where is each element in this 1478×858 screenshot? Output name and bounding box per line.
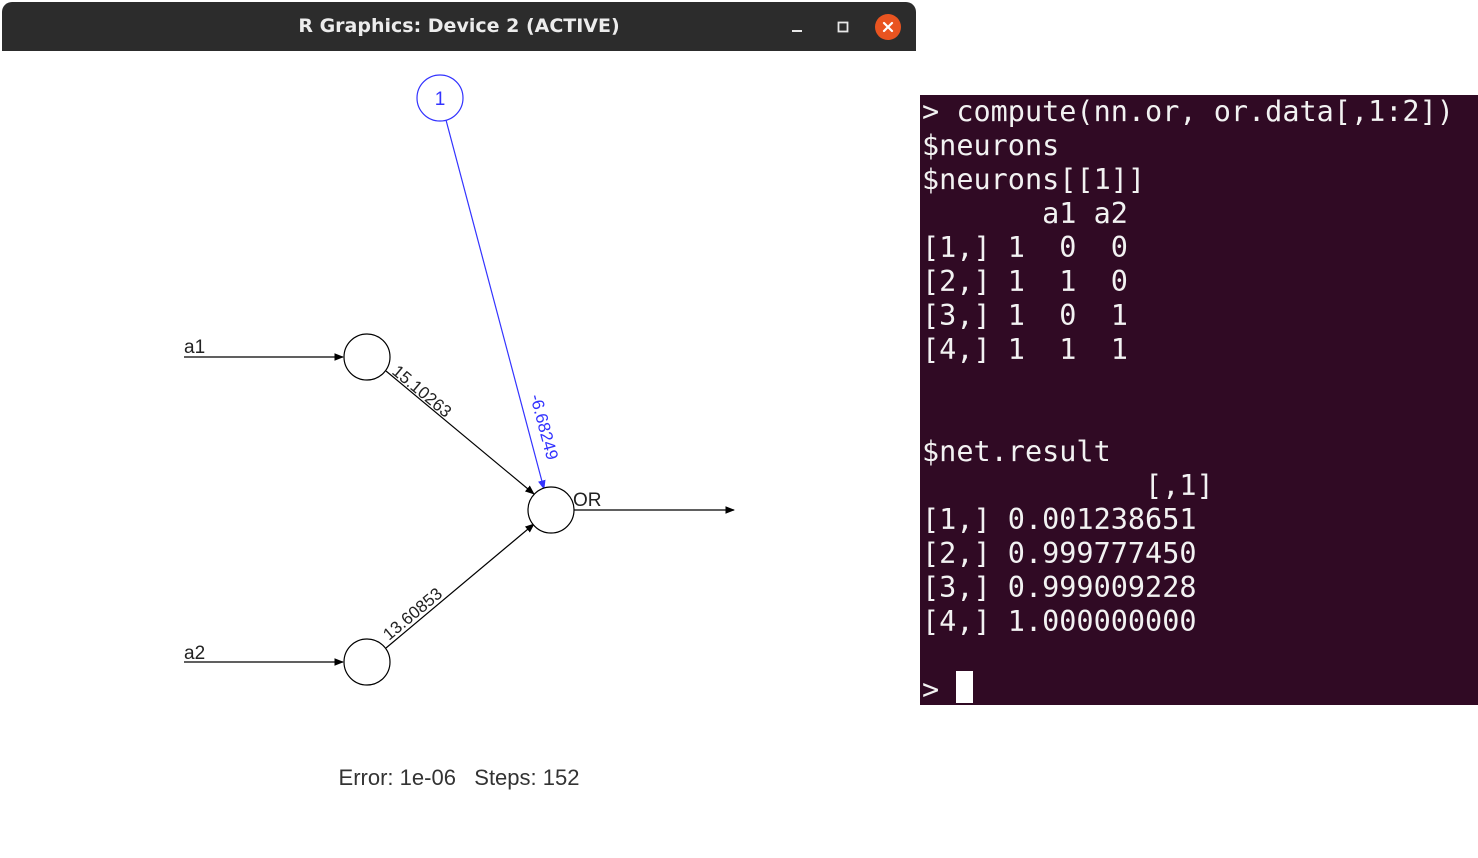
weight-label-a1: 15.10263 [388,361,455,421]
terminal-line: [,1] [922,469,1214,502]
terminal-line: > compute(nn.or, or.data[,1:2]) [922,95,1454,128]
input-label-a1: a1 [184,337,205,358]
input-label-a2: a2 [184,643,205,664]
terminal-line: [2,] 0.999777450 [922,537,1197,570]
output-node [527,486,575,534]
maximize-icon [837,21,849,33]
minimize-icon [792,30,802,32]
terminal-line: $neurons[[1]] [922,163,1146,196]
terminal-line: [3,] 1 0 1 [922,299,1128,332]
terminal-cursor[interactable] [956,671,973,703]
terminal-line: [1,] 0.001238651 [922,503,1197,536]
weight-label-a2: 13.60853 [379,584,446,644]
terminal-line: [1,] 1 0 0 [922,231,1128,264]
r-graphics-window: R Graphics: Device 2 (ACTIVE) a1 a2 15.1… [0,0,918,854]
terminal-line: [4,] 1.000000000 [922,605,1197,638]
terminal-line: [2,] 1 1 0 [922,265,1128,298]
window-titlebar[interactable]: R Graphics: Device 2 (ACTIVE) [2,2,916,51]
input-node-a2 [343,638,391,686]
terminal-line: $neurons [922,129,1060,162]
bias-node-label: 1 [435,89,446,110]
close-icon [882,21,894,33]
output-label: OR [573,490,602,511]
network-diagram: a1 a2 15.10263 13.60853 -6.68249 1 OR Er… [184,74,735,790]
terminal-line: [4,] 1 1 1 [922,333,1128,366]
terminal-line: $net.result [922,435,1111,468]
terminal-line: [3,] 0.999009228 [922,571,1197,604]
error-steps-footer: Error: 1e-06 Steps: 152 [339,765,580,790]
r-console-terminal[interactable]: > compute(nn.or, or.data[,1:2]) $neurons… [920,95,1478,705]
weight-label-bias: -6.68249 [526,392,562,462]
terminal-line: a1 a2 [922,197,1128,230]
maximize-button[interactable] [830,14,856,40]
input-node-a1 [343,333,391,381]
close-button[interactable] [875,14,901,40]
window-title: R Graphics: Device 2 (ACTIVE) [298,15,620,37]
minimize-button[interactable] [784,14,810,40]
terminal-prompt: > [922,673,940,705]
neural-network-plot: a1 a2 15.10263 13.60853 -6.68249 1 OR Er… [0,52,918,854]
